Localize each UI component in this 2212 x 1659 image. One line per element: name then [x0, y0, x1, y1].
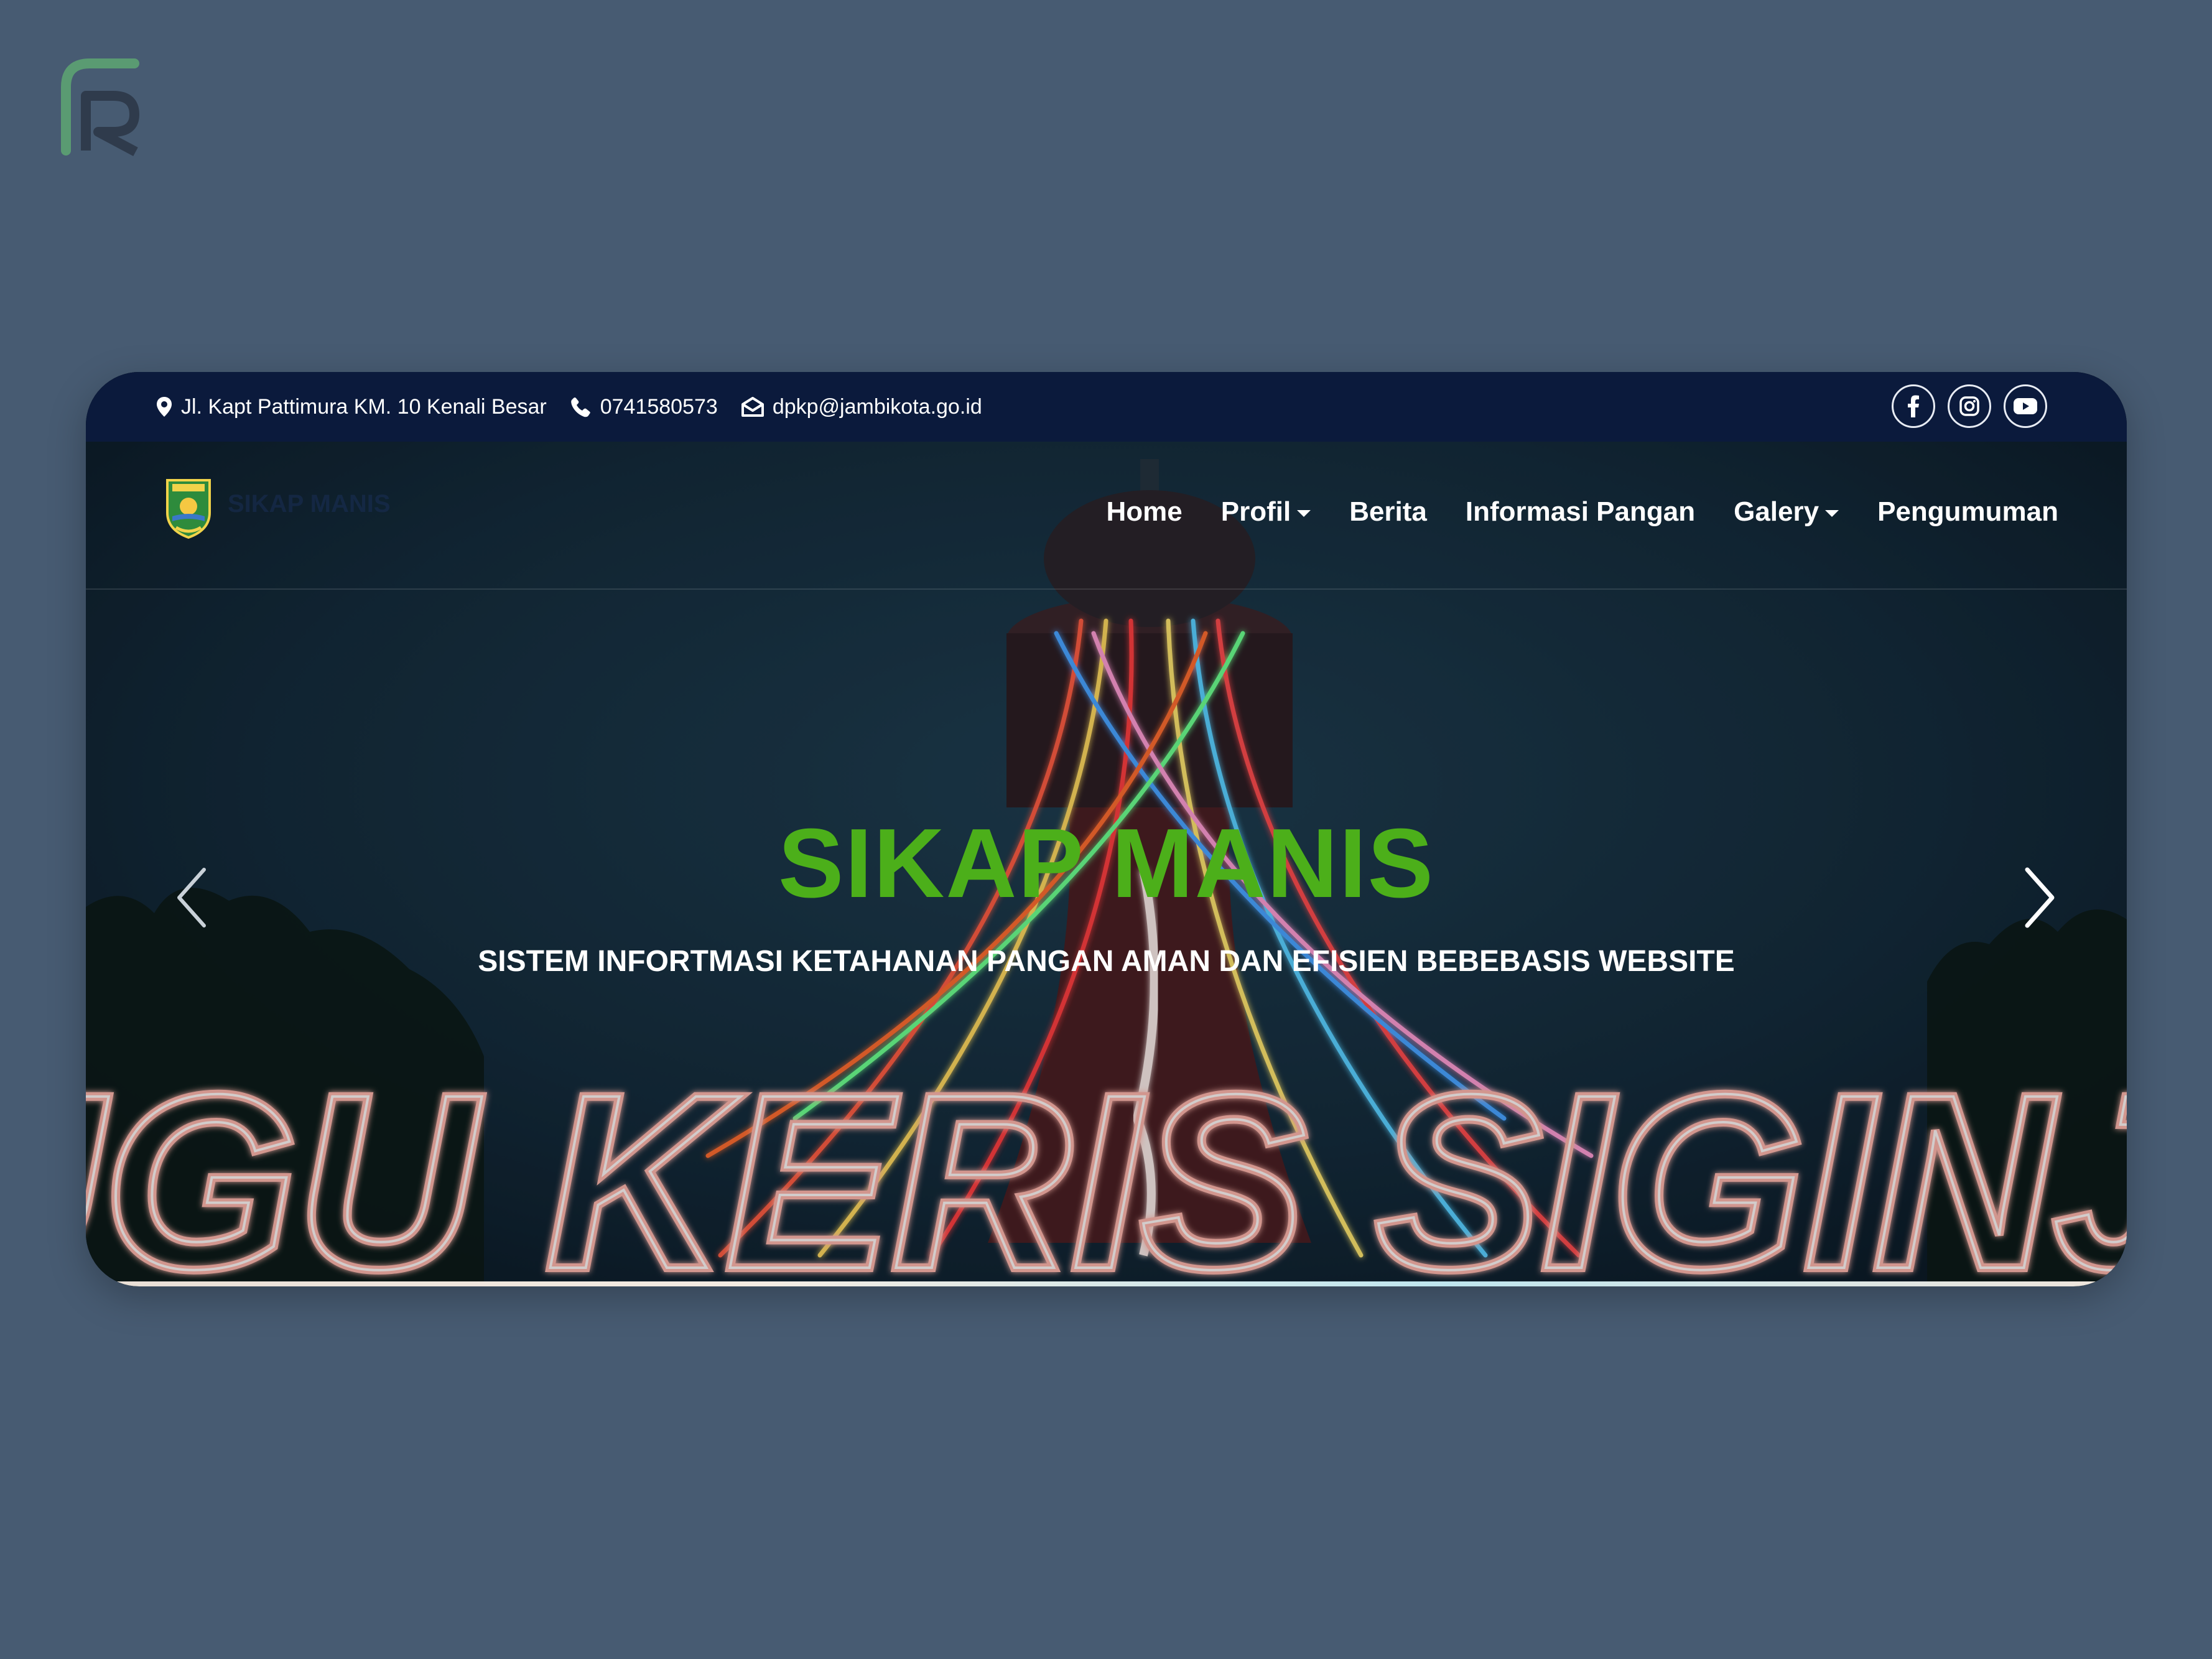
- hero-title: SIKAP MANIS: [778, 809, 1435, 918]
- phone-item[interactable]: 0741580573: [570, 395, 718, 419]
- facebook-button[interactable]: [1892, 384, 1935, 428]
- card-bottom-edge: [86, 1281, 2127, 1286]
- site-logo-text[interactable]: SIKAP MANIS: [228, 490, 391, 518]
- nav-label: Berita: [1349, 496, 1427, 527]
- main-navbar: SIKAP MANIS Home Profil Berita Informasi…: [86, 442, 2127, 590]
- instagram-button[interactable]: [1948, 384, 1991, 428]
- nav-item-profil[interactable]: Profil: [1221, 496, 1311, 527]
- nav-item-galery[interactable]: Galery: [1734, 496, 1839, 527]
- contact-info: Jl. Kapt Pattimura KM. 10 Kenali Besar 0…: [156, 395, 982, 419]
- email-text: dpkp@jambikota.go.id: [772, 394, 982, 419]
- website-mockup: TUGU KERIS SIGINJAI TUGU KERIS SIGINJAI …: [86, 372, 2127, 1286]
- youtube-icon: [2014, 398, 2037, 414]
- nav-label: Home: [1106, 496, 1183, 527]
- nav-item-informasi-pangan[interactable]: Informasi Pangan: [1466, 496, 1695, 527]
- nav-label: Profil: [1220, 496, 1291, 527]
- city-emblem-icon: [166, 479, 211, 539]
- nav-label: Informasi Pangan: [1465, 496, 1696, 527]
- social-links: [1892, 384, 2047, 428]
- top-info-bar: Jl. Kapt Pattimura KM. 10 Kenali Besar 0…: [86, 372, 2127, 442]
- address-text: Jl. Kapt Pattimura KM. 10 Kenali Besar: [181, 394, 547, 419]
- map-pin-icon: [157, 397, 172, 417]
- phone-text: 0741580573: [600, 394, 718, 419]
- youtube-button[interactable]: [2004, 384, 2047, 428]
- caret-down-icon: [1297, 509, 1311, 517]
- nav-label: Galery: [1734, 496, 1819, 527]
- site-emblem-logo[interactable]: [164, 478, 213, 540]
- caret-down-icon: [1825, 509, 1839, 517]
- hero-subtitle: SISTEM INFORTMASI KETAHANAN PANGAN AMAN …: [478, 945, 1735, 978]
- email-item[interactable]: dpkp@jambikota.go.id: [741, 395, 982, 419]
- phone-icon: [570, 397, 590, 417]
- nav-item-berita[interactable]: Berita: [1349, 496, 1427, 527]
- envelope-open-icon: [741, 397, 764, 417]
- nav-item-pengumuman[interactable]: Pengumuman: [1877, 496, 2058, 527]
- instagram-icon: [1959, 396, 1979, 416]
- nav-label: Pengumuman: [1877, 496, 2058, 527]
- brand-logo: [61, 57, 148, 157]
- nav-item-home[interactable]: Home: [1106, 496, 1182, 527]
- facebook-icon: [1908, 395, 1919, 417]
- address-item: Jl. Kapt Pattimura KM. 10 Kenali Besar: [156, 395, 547, 419]
- nav-menu: Home Profil Berita Informasi Pangan Gale…: [1106, 496, 2058, 527]
